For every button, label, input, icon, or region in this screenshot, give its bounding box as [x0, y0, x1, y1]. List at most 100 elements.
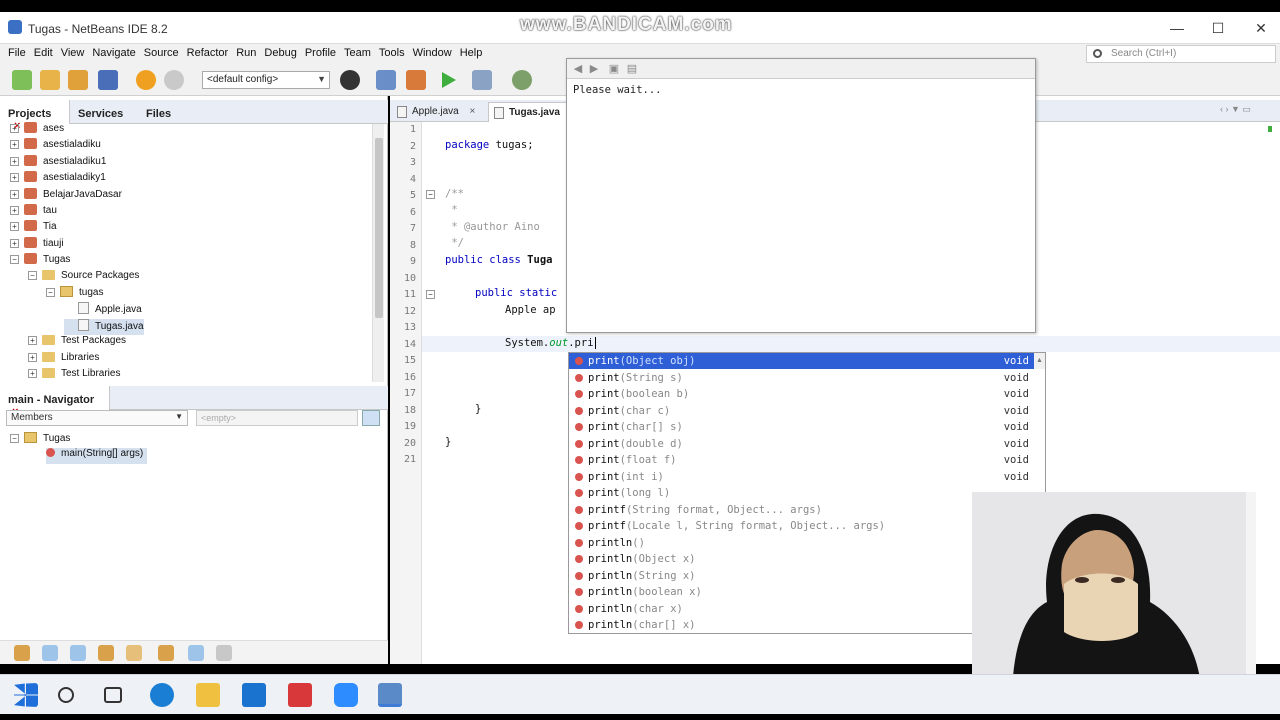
field-filter-icon[interactable] [14, 645, 30, 661]
menu-navigate[interactable]: Navigate [88, 44, 139, 59]
completion-item[interactable]: printf(String format, Object... args)Pri… [569, 502, 1035, 518]
code-line-20[interactable]: } [445, 436, 451, 448]
fold-icon[interactable]: − [426, 190, 435, 199]
menu-file[interactable]: File [4, 44, 30, 59]
completion-item[interactable]: print(long l) [569, 485, 1035, 501]
completion-item[interactable]: print(float f) void [569, 452, 1035, 468]
menu-team[interactable]: Team [340, 44, 375, 59]
menu-tools[interactable]: Tools [375, 44, 409, 59]
tab-projects[interactable]: Projects × [0, 100, 70, 132]
collapse-icon[interactable]: − [10, 255, 19, 265]
menu-run[interactable]: Run [232, 44, 260, 59]
back-icon[interactable]: ◀ [571, 63, 585, 75]
clean-build-icon[interactable] [406, 70, 426, 90]
code-line-12[interactable]: Apple ap [505, 304, 556, 316]
inherited-filter-icon[interactable] [98, 645, 114, 661]
config-select[interactable]: <default config> ▼ [202, 71, 330, 89]
expand-icon[interactable]: + [10, 189, 19, 199]
tree-item[interactable]: + Tia [10, 220, 57, 236]
search-icon[interactable] [58, 687, 74, 703]
code-line-5[interactable]: /** [445, 188, 464, 200]
expand-icon[interactable]: + [28, 369, 37, 378]
tab-nav-arrows-icon[interactable]: ‹ › ▼ ▭ [1220, 104, 1251, 115]
menu-edit[interactable]: Edit [30, 44, 57, 59]
start-icon[interactable] [14, 683, 38, 707]
code-line-2[interactable]: package tugas; [445, 139, 534, 151]
completion-item[interactable]: println(String x) [569, 568, 1035, 584]
tree-item[interactable]: + Libraries [28, 351, 99, 368]
expand-icon[interactable]: + [10, 222, 19, 232]
tree-item[interactable]: + Test Libraries [28, 368, 120, 384]
completion-item[interactable]: print(char[] s) void [569, 419, 1035, 435]
project-tree-scrollbar[interactable] [372, 124, 384, 382]
tree-item[interactable]: + tiauji [10, 236, 64, 253]
open-project-icon[interactable] [68, 70, 88, 90]
expand-icon[interactable]: + [10, 156, 19, 166]
completion-scroll-up-icon[interactable]: ▲ [1034, 353, 1045, 369]
open-browser-icon[interactable]: ▣ [607, 63, 621, 75]
code-line-6[interactable]: * [445, 204, 457, 216]
search-input[interactable]: Search (Ctrl+I) [1086, 45, 1276, 63]
completion-item[interactable]: print(Object obj) void [569, 353, 1035, 369]
expand-icon[interactable]: + [10, 140, 19, 150]
menu-source[interactable]: Source [140, 44, 183, 59]
mail-icon[interactable] [242, 683, 266, 707]
completion-item[interactable]: println(char[] x) [569, 617, 1035, 633]
tree-item[interactable]: + tau [10, 204, 57, 220]
expand-icon[interactable]: + [10, 206, 19, 215]
tree-item[interactable]: + ases [10, 122, 64, 138]
close-window-button[interactable]: ✕ [1246, 18, 1276, 38]
completion-item[interactable]: println(char x) [569, 601, 1035, 617]
run-icon[interactable] [442, 72, 456, 88]
tab-apple-java[interactable]: Apple.java × [392, 102, 486, 122]
code-line-7[interactable]: * @author Aino [445, 221, 540, 233]
menu-window[interactable]: Window [409, 44, 456, 59]
completion-item[interactable]: print(boolean b) void [569, 386, 1035, 402]
forward-icon[interactable]: ▶ [587, 63, 601, 75]
menu-help[interactable]: Help [456, 44, 487, 59]
undo-icon[interactable] [136, 70, 156, 90]
new-file-icon[interactable] [12, 70, 32, 90]
menu-debug[interactable]: Debug [260, 44, 300, 59]
save-all-icon[interactable] [98, 70, 118, 90]
edge-icon[interactable] [150, 683, 174, 707]
completion-item[interactable]: printf(Locale l, String format, Object..… [569, 518, 1035, 534]
expand-icon[interactable]: + [10, 173, 19, 183]
javadoc-icon[interactable] [216, 645, 232, 661]
navigator-filter-input[interactable]: <empty> [196, 410, 358, 426]
collapse-icon[interactable]: − [28, 270, 37, 280]
maximize-button[interactable]: ☐ [1203, 18, 1233, 38]
code-line-11[interactable]: public static [475, 287, 557, 299]
code-line-8[interactable]: */ [445, 237, 464, 249]
expand-icon[interactable]: + [28, 336, 37, 346]
static-filter-icon[interactable] [42, 645, 58, 661]
menu-view[interactable]: View [57, 44, 89, 59]
new-project-icon[interactable] [40, 70, 60, 90]
non-public-filter-icon[interactable] [70, 645, 86, 661]
menu-profile[interactable]: Profile [301, 44, 340, 59]
bandicam-icon[interactable] [288, 683, 312, 707]
completion-item[interactable]: println() [569, 535, 1035, 551]
sort-name-icon[interactable] [126, 645, 142, 661]
completion-item[interactable]: print(int i) void [569, 469, 1035, 485]
netbeans-taskbar-icon[interactable] [378, 683, 402, 707]
tab-navigator[interactable]: main - Navigator × [0, 386, 110, 418]
tree-item[interactable]: Tugas.java [64, 318, 144, 335]
tree-item[interactable]: − Source Packages [28, 269, 139, 286]
members-select[interactable]: Members ▼ [6, 410, 188, 426]
redo-icon[interactable] [164, 70, 184, 90]
menu-refactor[interactable]: Refactor [183, 44, 233, 59]
debug-icon[interactable] [472, 70, 492, 90]
completion-item[interactable]: print(double d) void [569, 436, 1035, 452]
scrollbar-thumb[interactable] [375, 138, 383, 318]
goto-source-icon[interactable]: ▤ [625, 63, 639, 75]
expand-icon[interactable]: + [10, 238, 19, 248]
build-icon[interactable] [376, 70, 396, 90]
completion-item[interactable]: print(String s) void [569, 370, 1035, 386]
sort-source-icon[interactable] [158, 645, 174, 661]
tree-item[interactable]: − Tugas [10, 253, 70, 269]
navigator-root[interactable]: − Tugas [10, 432, 70, 448]
profile-icon[interactable] [512, 70, 532, 90]
collapse-icon[interactable]: − [46, 288, 55, 297]
collapse-icon[interactable]: − [10, 434, 19, 443]
